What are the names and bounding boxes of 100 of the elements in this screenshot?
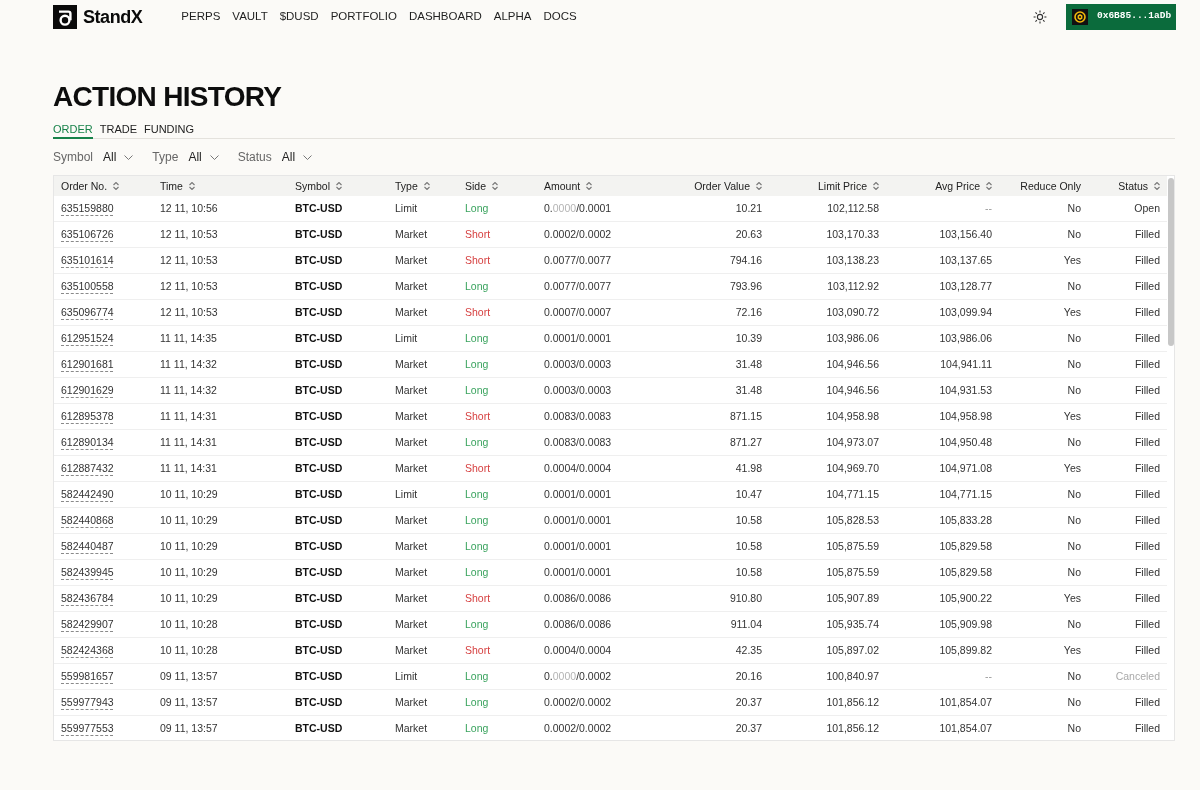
order-type: Market <box>395 515 428 526</box>
order-number-link[interactable]: 612895378 <box>61 411 114 422</box>
side-text: Long <box>465 333 489 344</box>
order-type: Market <box>395 359 428 370</box>
order-status: Filled <box>1134 437 1160 448</box>
limit-price: 103,138.23 <box>826 255 879 266</box>
order-number-link[interactable]: 612951524 <box>61 333 114 344</box>
order-number-link[interactable]: 582440487 <box>61 541 114 552</box>
sort-icon <box>113 182 120 190</box>
symbol-text: BTC-USD <box>295 359 343 370</box>
filter-label: Status <box>237 149 272 166</box>
side-text: Long <box>465 385 489 396</box>
logo-text[interactable]: StandX <box>83 7 143 26</box>
limit-price: 102,112.58 <box>827 203 879 214</box>
scrollbar-thumb[interactable] <box>1167 178 1174 346</box>
limit-price: 100,840.97 <box>826 671 879 682</box>
column-header[interactable]: Status <box>1118 180 1160 192</box>
order-number-link[interactable]: 559977553 <box>61 723 114 734</box>
reduce-only-value: No <box>1067 515 1081 526</box>
wallet-button[interactable]: 0x6B85...1aDb <box>1066 3 1176 30</box>
order-status: Filled <box>1134 567 1160 578</box>
filter-dropdown[interactable]: All <box>103 148 134 166</box>
order-time: 09 11, 13:57 <box>160 671 218 682</box>
avg-price: 105,833.28 <box>939 515 992 526</box>
order-number-link[interactable]: 612890134 <box>61 437 114 448</box>
nav-link[interactable]: PERPS <box>181 10 221 23</box>
nav-link[interactable]: DASHBOARD <box>408 10 482 23</box>
column-header[interactable]: Limit Price <box>818 180 879 192</box>
column-header[interactable]: Type <box>395 180 430 192</box>
order-number-link[interactable]: 635101614 <box>61 255 114 266</box>
side-text: Long <box>465 437 489 448</box>
avg-price: 103,156.40 <box>939 229 992 240</box>
symbol-text: BTC-USD <box>295 541 343 552</box>
amount-text: 0.0077/0.0077 <box>544 255 612 266</box>
column-header[interactable]: Avg Price <box>935 180 992 192</box>
order-number-link[interactable]: 582440868 <box>61 515 114 526</box>
nav-link[interactable]: PORTFOLIO <box>330 10 397 23</box>
sort-icon <box>986 182 992 190</box>
order-time: 11 11, 14:31 <box>160 463 217 474</box>
reduce-only-value: No <box>1067 541 1081 552</box>
side-text: Short <box>465 229 491 240</box>
column-header[interactable]: Time <box>160 180 195 192</box>
order-number-link[interactable]: 635106726 <box>61 229 114 240</box>
tab[interactable]: ORDER <box>53 122 93 139</box>
order-time: 11 11, 14:31 <box>160 411 217 422</box>
nav-link[interactable]: DOCS <box>543 10 577 23</box>
filter-dropdown[interactable]: All <box>188 148 219 166</box>
limit-price: 105,828.53 <box>826 515 879 526</box>
symbol-text: BTC-USD <box>295 619 343 630</box>
order-number-link[interactable]: 635096774 <box>61 307 114 318</box>
nav-link[interactable]: VAULT <box>232 10 268 23</box>
order-time: 10 11, 10:29 <box>160 489 218 500</box>
side-text: Long <box>465 203 489 214</box>
nav-link[interactable]: $DUSD <box>279 10 319 23</box>
symbol-text: BTC-USD <box>295 411 343 422</box>
order-value: 871.27 <box>729 437 762 448</box>
reduce-only-value: No <box>1067 203 1081 214</box>
order-status: Filled <box>1134 307 1160 318</box>
order-number-link[interactable]: 582439945 <box>61 567 114 578</box>
order-value: 20.37 <box>735 723 762 734</box>
order-number-link[interactable]: 582429907 <box>61 619 114 630</box>
order-status: Filled <box>1134 541 1160 552</box>
order-number-link[interactable]: 612901629 <box>61 385 114 396</box>
order-number-link[interactable]: 635100558 <box>61 281 114 292</box>
order-number-link[interactable]: 582442490 <box>61 489 114 500</box>
symbol-text: BTC-USD <box>295 229 343 240</box>
side-text: Long <box>465 567 489 578</box>
column-header[interactable]: Order No. <box>61 180 120 192</box>
order-number-link[interactable]: 612901681 <box>61 359 114 370</box>
order-number-link[interactable]: 612887432 <box>61 463 114 474</box>
order-number-link[interactable]: 635159880 <box>61 203 114 214</box>
reduce-only-value: No <box>1067 697 1081 708</box>
order-type: Market <box>395 723 428 734</box>
order-status: Filled <box>1134 619 1160 630</box>
tab[interactable]: FUNDING <box>144 122 195 139</box>
order-status: Canceled <box>1115 671 1160 682</box>
column-header[interactable]: Order Value <box>694 180 762 192</box>
amount-text: 0.0000/0.0002 <box>544 671 612 682</box>
nav-link[interactable]: ALPHA <box>493 10 532 23</box>
column-header[interactable]: Symbol <box>295 180 342 192</box>
reduce-only-value: No <box>1067 359 1081 370</box>
chevron-down-icon <box>209 154 219 160</box>
order-number-link[interactable]: 582436784 <box>61 593 114 604</box>
order-type: Market <box>395 255 428 266</box>
order-status: Filled <box>1134 255 1160 266</box>
column-header[interactable]: Amount <box>544 180 593 192</box>
order-value: 793.96 <box>729 281 762 292</box>
chevron-down-icon <box>124 154 134 160</box>
filter-dropdown[interactable]: All <box>281 148 313 166</box>
order-number-link[interactable]: 559977943 <box>61 697 114 708</box>
limit-price: 104,946.56 <box>826 385 879 396</box>
tab[interactable]: TRADE <box>99 122 137 139</box>
sort-icon <box>188 182 195 190</box>
limit-price: 103,090.72 <box>826 307 879 318</box>
order-number-link[interactable]: 559981657 <box>61 671 114 682</box>
column-header[interactable]: Side <box>465 180 498 192</box>
limit-price: 104,969.70 <box>826 463 879 474</box>
sun-icon[interactable] <box>1033 9 1047 24</box>
order-number-link[interactable]: 582424368 <box>61 645 114 656</box>
avg-price: 104,971.08 <box>939 463 992 474</box>
